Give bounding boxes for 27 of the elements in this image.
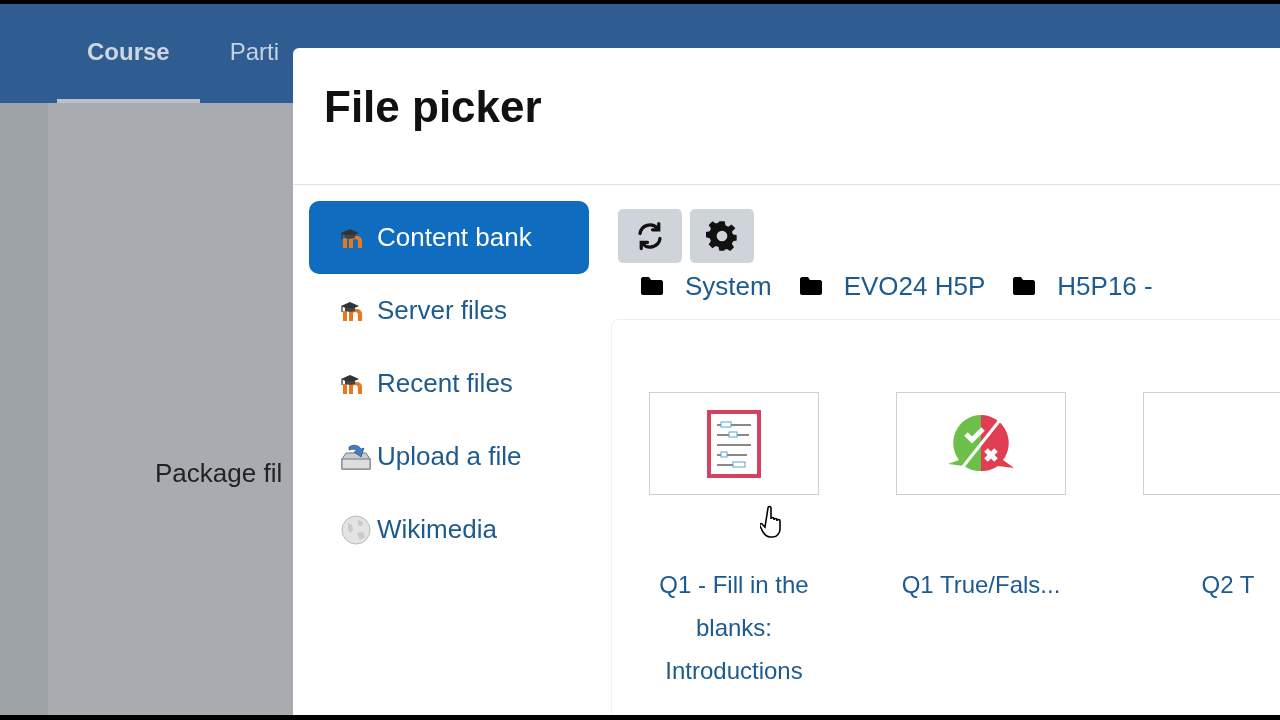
folder-icon — [1013, 277, 1036, 295]
repository-item[interactable]: Recent files — [309, 347, 589, 420]
repository-item[interactable]: Upload a file — [309, 420, 589, 493]
repository-item[interactable]: Server files — [309, 274, 589, 347]
upload-tray-icon — [340, 442, 372, 471]
breadcrumb-link[interactable]: System — [685, 270, 772, 302]
repository-item[interactable]: Content bank — [309, 201, 589, 274]
nav-tab[interactable]: Parti — [199, 4, 280, 103]
file-name-link[interactable]: Q1 - Fill in the blanks: Introductions — [624, 563, 844, 692]
file-thumbnail[interactable] — [896, 392, 1066, 495]
repository-item[interactable]: Wikimedia — [309, 493, 589, 566]
file-name-link[interactable]: Q1 True/Fals... — [871, 563, 1091, 606]
globe-icon — [340, 513, 372, 546]
file-thumbnail[interactable] — [1143, 392, 1280, 495]
settings-button[interactable] — [690, 209, 754, 263]
file-name-link[interactable]: Q2 T — [1118, 563, 1280, 606]
refresh-icon — [635, 221, 665, 251]
form-label: Package fil — [155, 458, 283, 489]
folder-icon — [641, 277, 663, 295]
dialog-title: File picker — [293, 48, 1280, 185]
breadcrumb-link[interactable]: EVO24 H5P — [843, 270, 986, 302]
document-icon — [707, 409, 761, 478]
refresh-button[interactable] — [618, 209, 682, 263]
file-thumbnail[interactable] — [649, 392, 819, 495]
settings-icon — [706, 220, 738, 252]
folder-icon — [799, 277, 822, 295]
breadcrumb-link[interactable]: H5P16 - — [1057, 270, 1153, 302]
